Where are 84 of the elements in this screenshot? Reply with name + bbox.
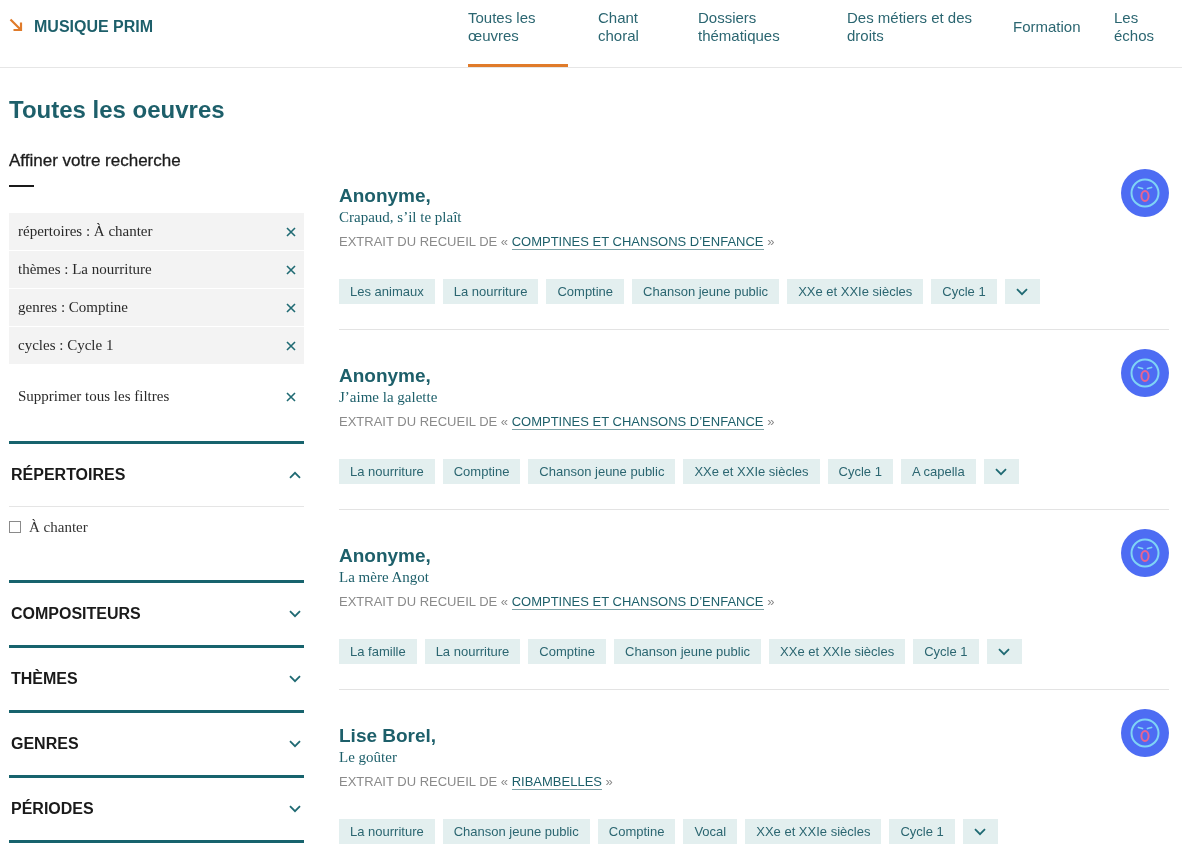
close-icon (286, 226, 296, 237)
chevron-down-icon (974, 827, 987, 836)
chevron-down-icon (998, 647, 1011, 656)
tag-link[interactable]: Chanson jeune public (528, 459, 676, 484)
source-line: EXTRAIT DU RECUEIL DE « RIBAMBELLES » (339, 773, 614, 791)
chevron-down-icon (289, 805, 301, 813)
tag-link[interactable]: Cycle 1 (931, 279, 997, 304)
tag-link[interactable]: Cycle 1 (827, 459, 893, 484)
tag-link[interactable]: Comptine (442, 459, 521, 484)
tag-link[interactable]: Cycle 1 (913, 639, 979, 664)
tag-link[interactable]: Vocal (683, 819, 738, 844)
tag-link[interactable]: La nourriture (339, 459, 435, 484)
accordion-header[interactable]: COMPOSITEURS (9, 583, 304, 645)
work-title[interactable]: La mère Angot (339, 567, 429, 587)
accordion-header[interactable]: PÉRIODES (9, 778, 304, 840)
open-mouth-face-icon (1121, 529, 1169, 577)
source-line: EXTRAIT DU RECUEIL DE « COMPTINES ET CHANSONS D’ENFANCE » (339, 233, 776, 251)
nav-tab[interactable]: Formation (1013, 0, 1084, 67)
nav-tab[interactable]: Toutes les œuvres (468, 0, 568, 67)
accordion-header[interactable]: THÈMES (9, 648, 304, 710)
close-icon (286, 264, 296, 275)
accordion-header[interactable]: GENRES (9, 713, 304, 775)
chevron-down-icon (289, 610, 301, 618)
tag-link[interactable]: La nourriture (339, 819, 435, 844)
tag-link[interactable]: XXe et XXIe siècles (787, 279, 924, 304)
active-filter-chip[interactable]: cycles : Cycle 1 (9, 327, 304, 364)
tag-link[interactable]: Comptine (528, 639, 606, 664)
close-icon (286, 302, 296, 313)
tag-link[interactable]: La nourriture (424, 639, 521, 664)
nav-tab[interactable]: Dossiers thématiques (698, 0, 817, 67)
tag-link[interactable]: Comptine (546, 279, 625, 304)
collection-link[interactable]: COMPTINES ET CHANSONS D’ENFANCE (511, 594, 764, 610)
collection-link[interactable]: RIBAMBELLES (511, 774, 602, 790)
author-name: Anonyme, (339, 365, 432, 387)
tag-link[interactable]: Chanson jeune public (614, 639, 762, 664)
tag-link[interactable]: XXe et XXIe siècles (769, 639, 906, 664)
source-line: EXTRAIT DU RECUEIL DE « COMPTINES ET CHANSONS D’ENFANCE » (339, 413, 776, 431)
nav-tab[interactable]: Chant choral (598, 0, 668, 67)
nav-tab[interactable]: Les échos (1114, 0, 1169, 67)
chevron-down-icon (1016, 287, 1029, 296)
tag-link[interactable]: A capella (900, 459, 976, 484)
chevron-down-icon (289, 675, 301, 683)
collection-link[interactable]: COMPTINES ET CHANSONS D’ENFANCE (511, 414, 764, 430)
author-name: Anonyme, (339, 545, 432, 567)
chevron-down-icon (995, 467, 1008, 476)
tag-link[interactable]: Comptine (597, 819, 676, 844)
tag-link[interactable]: Chanson jeune public (632, 279, 780, 304)
site-logo[interactable]: MUSIQUE PRIM (9, 17, 154, 37)
tag-link[interactable]: Chanson jeune public (442, 819, 590, 844)
refine-heading: Affiner votre recherche (9, 150, 182, 172)
author-name: Lise Borel, (339, 725, 438, 747)
tag-link[interactable]: La nourriture (442, 279, 539, 304)
nav-tab[interactable]: Des métiers et des droits (847, 0, 983, 67)
open-mouth-face-icon (1121, 709, 1169, 757)
page-title: Toutes les oeuvres (9, 95, 226, 125)
tag-link[interactable]: Les animaux (339, 279, 435, 304)
tag-link[interactable]: La famille (339, 639, 417, 664)
more-tags-button[interactable] (962, 819, 998, 844)
close-icon (286, 340, 296, 351)
checkbox-label: À chanter (29, 518, 88, 536)
checkbox[interactable] (9, 521, 21, 533)
arrow-icon (9, 18, 23, 32)
active-filter-chip[interactable]: thèmes : La nourriture (9, 251, 304, 288)
open-mouth-face-icon (1121, 349, 1169, 397)
tag-link[interactable]: XXe et XXIe siècles (745, 819, 882, 844)
active-filter-chip[interactable]: répertoires : À chanter (9, 213, 304, 250)
author-name: Anonyme, (339, 185, 432, 207)
tag-link[interactable]: Cycle 1 (889, 819, 955, 844)
work-title[interactable]: J’aime la galette (339, 387, 438, 407)
accordion-header[interactable]: RÉPERTOIRES (9, 444, 304, 506)
more-tags-button[interactable] (986, 639, 1022, 664)
tag-link[interactable]: XXe et XXIe siècles (683, 459, 820, 484)
clear-filters-button[interactable]: Supprimer tous les filtres (9, 378, 304, 415)
more-tags-button[interactable] (1004, 279, 1040, 304)
more-tags-button[interactable] (983, 459, 1019, 484)
close-icon (286, 391, 296, 402)
chevron-down-icon (289, 740, 301, 748)
active-filter-chip[interactable]: genres : Comptine (9, 289, 304, 326)
collection-link[interactable]: COMPTINES ET CHANSONS D’ENFANCE (511, 234, 764, 250)
chevron-up-icon (289, 471, 301, 479)
open-mouth-face-icon (1121, 169, 1169, 217)
source-line: EXTRAIT DU RECUEIL DE « COMPTINES ET CHANSONS D’ENFANCE » (339, 593, 776, 611)
work-title[interactable]: Crapaud, s’il te plaît (339, 207, 462, 227)
work-title[interactable]: Le goûter (339, 747, 397, 767)
